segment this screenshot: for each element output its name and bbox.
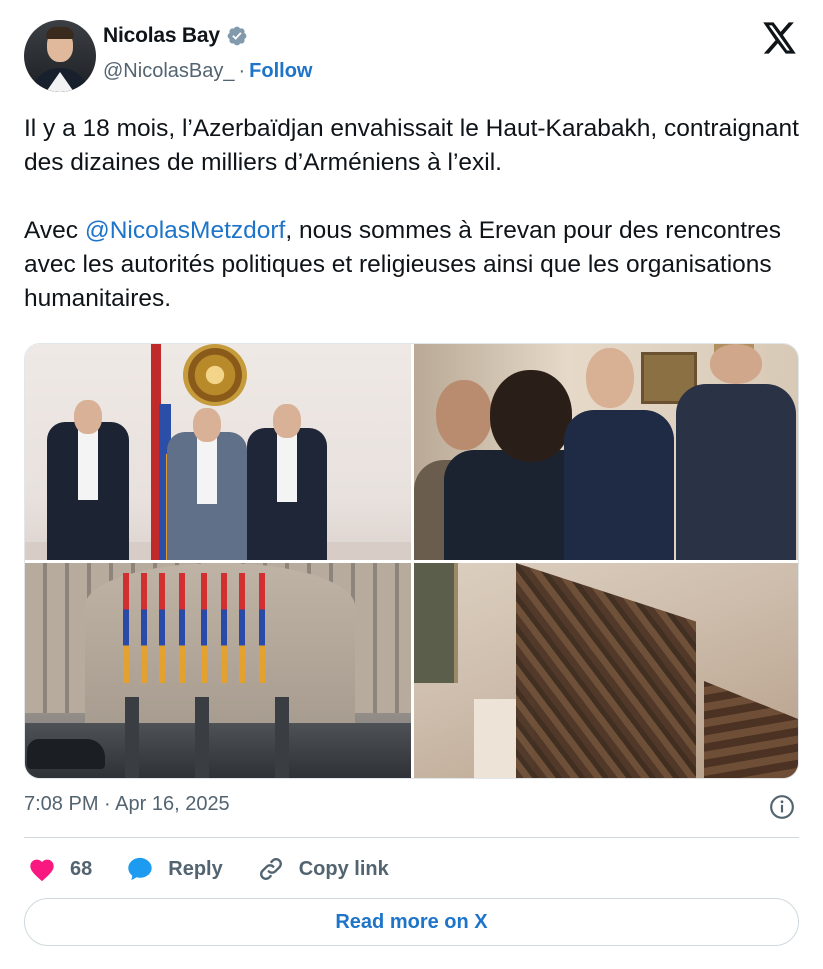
photo-person: [564, 410, 674, 560]
photo-pillar: [275, 697, 289, 778]
photo-flag: [179, 573, 185, 683]
like-count: 68: [70, 857, 93, 880]
author-display-name[interactable]: Nicolas Bay: [103, 24, 220, 48]
tweet-paragraph-2: Avec @NicolasMetzdorf, nous sommes à Ere…: [24, 214, 804, 316]
author-avatar[interactable]: [24, 20, 96, 92]
divider: [24, 837, 799, 838]
photo-pillar: [125, 697, 139, 778]
photo-person: [47, 400, 129, 560]
photo-person-head: [710, 344, 762, 384]
tweet-timestamp[interactable]: 7:08 PM · Apr 16, 2025: [24, 793, 230, 816]
reply-label: Reply: [168, 857, 223, 880]
photo-person: [167, 408, 247, 560]
author-handle-row: @NicolasBay_ · Follow: [103, 60, 312, 83]
photo-window: [414, 563, 458, 683]
photo-flag: [123, 573, 129, 683]
photo-relief: [516, 563, 696, 778]
heart-icon: [30, 859, 54, 882]
photo-person-head: [490, 370, 572, 462]
copy-link-label: Copy link: [298, 857, 389, 880]
author-handle[interactable]: @NicolasBay_: [103, 60, 234, 83]
photo-conversation[interactable]: [414, 344, 798, 560]
photo-flag: [259, 573, 265, 683]
photo-flag: [201, 573, 207, 683]
reply-bubble-icon: [128, 857, 152, 881]
photo-relief: [704, 681, 798, 778]
info-icon[interactable]: [769, 794, 795, 820]
avatar-hair: [46, 27, 74, 39]
photo-person-head: [436, 380, 492, 450]
photo-flag: [221, 573, 227, 683]
person-shirt: [197, 432, 217, 504]
photo-meeting-flags[interactable]: [25, 344, 411, 560]
photo-emblem: [183, 344, 247, 406]
handle-separator: ·: [238, 60, 246, 82]
photo-person-head: [586, 348, 634, 408]
media-grid: [24, 343, 799, 779]
person-head: [74, 400, 102, 434]
photo-car: [27, 739, 105, 769]
person-shirt: [277, 428, 297, 502]
tweet-paragraph-1: Il y a 18 mois, l’Azerbaïdjan envahissai…: [24, 115, 799, 176]
author-name-row: Nicolas Bay: [103, 24, 248, 48]
person-head: [193, 408, 221, 442]
reply-button[interactable]: Reply: [126, 855, 223, 883]
like-button[interactable]: 68: [28, 856, 92, 882]
read-more-button[interactable]: Read more on X: [24, 898, 799, 946]
tweet-card: Nicolas Bay @NicolasBay_ · Follow Il y a…: [0, 0, 823, 969]
action-bar: 68 Reply Copy link: [28, 852, 423, 886]
photo-building-flags[interactable]: [25, 563, 411, 778]
photo-person: [247, 404, 327, 560]
read-more-label: Read more on X: [335, 910, 488, 933]
tweet-text: Il y a 18 mois, l’Azerbaïdjan envahissai…: [24, 112, 804, 316]
photo-person: [676, 384, 796, 560]
link-icon: [259, 858, 282, 880]
copy-link-button[interactable]: Copy link: [257, 855, 389, 883]
photo-pillar: [195, 697, 209, 778]
follow-link[interactable]: Follow: [249, 60, 312, 83]
x-logo-icon[interactable]: [763, 22, 797, 54]
person-head: [273, 404, 301, 438]
mention-link[interactable]: @NicolasMetzdorf: [85, 217, 286, 244]
paragraph-2-prefix: Avec: [24, 217, 85, 244]
photo-flag: [159, 573, 165, 683]
photo-flag: [141, 573, 147, 683]
photo-flag: [239, 573, 245, 683]
verified-badge-icon: [227, 26, 247, 46]
photo-relief-carving[interactable]: [414, 563, 798, 778]
